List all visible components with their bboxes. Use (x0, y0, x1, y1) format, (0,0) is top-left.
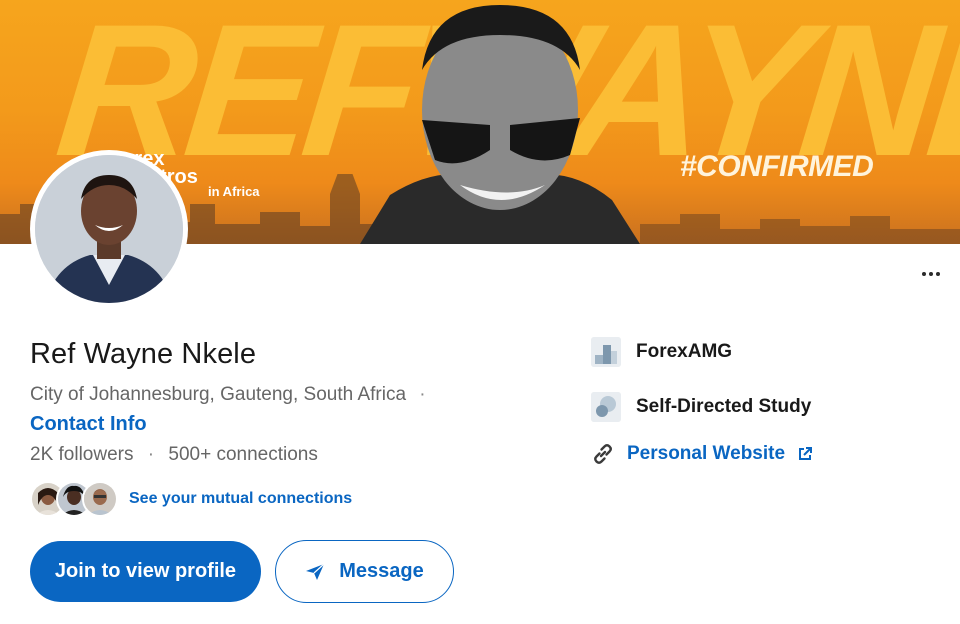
profile-stats: 2K followers · 500+ connections (30, 444, 318, 466)
education[interactable]: Self-Directed Study (591, 392, 811, 422)
banner-portrait (360, 5, 640, 244)
mutual-connections-label: See your mutual connections (129, 490, 353, 507)
more-horizontal-icon (922, 272, 926, 276)
followers-count: 2K followers (30, 444, 134, 465)
banner-forex-line3: in Africa (208, 184, 260, 199)
current-company[interactable]: ForexAMG (591, 337, 732, 367)
mutual-avatar (82, 481, 118, 517)
profile-location-line: City of Johannesburg, Gauteng, South Afr… (30, 384, 426, 406)
external-link-icon (799, 447, 813, 460)
school-logo-icon (591, 392, 621, 422)
profile-location: City of Johannesburg, Gauteng, South Afr… (30, 384, 407, 405)
banner-hashtag: #CONFIRMED (680, 150, 874, 183)
link-icon (594, 444, 612, 464)
message-button[interactable]: Message (275, 540, 454, 603)
location-separator: · (419, 384, 426, 405)
connections-count: 500+ connections (168, 444, 318, 465)
company-logo-icon (591, 337, 621, 367)
profile-avatar[interactable] (30, 150, 188, 308)
more-options-button[interactable] (914, 258, 948, 290)
join-to-view-profile-button[interactable]: Join to view profile (30, 541, 261, 602)
company-name: ForexAMG (636, 341, 733, 362)
profile-name: Ref Wayne Nkele (30, 338, 257, 370)
mutual-avatars (30, 480, 120, 518)
avatar-photo (35, 155, 183, 303)
stats-separator: · (147, 444, 155, 465)
contact-info-link[interactable]: Contact Info (30, 413, 147, 436)
message-label: Message (339, 560, 424, 582)
personal-website-link[interactable]: Personal Website (591, 442, 813, 466)
personal-website-label: Personal Website (627, 443, 786, 464)
mutual-connections[interactable]: See your mutual connections (30, 480, 352, 518)
school-name: Self-Directed Study (636, 396, 812, 417)
paper-plane-icon (306, 563, 325, 580)
